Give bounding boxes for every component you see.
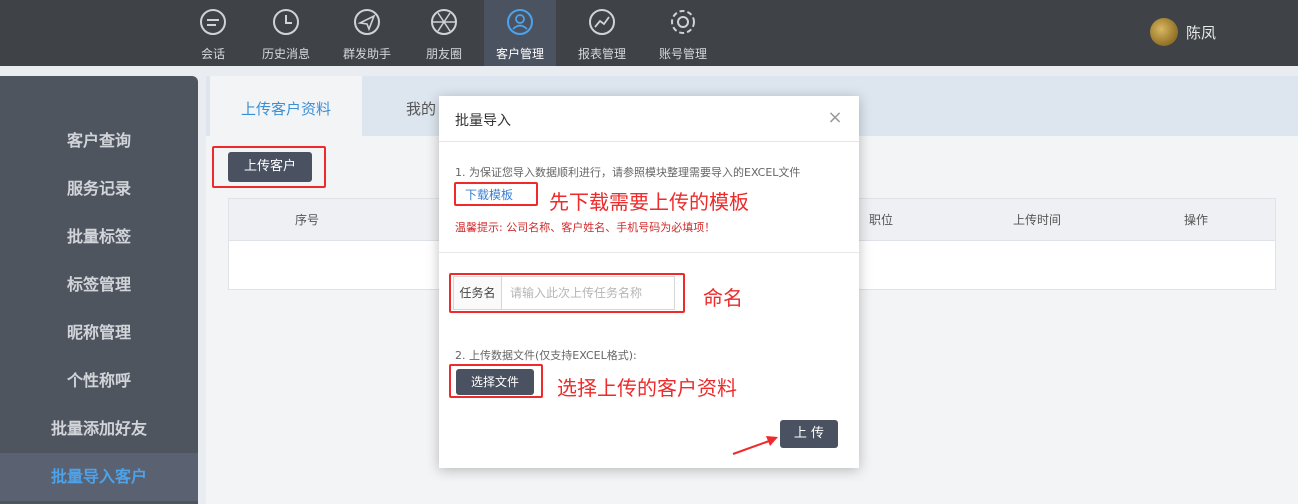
tab-upload-customer-data[interactable]: 上传客户资料 <box>210 76 362 136</box>
step2-instruction: 2. 上传数据文件(仅支持EXCEL格式): <box>455 349 637 362</box>
sidebar-item-customer-query[interactable]: 客户查询 <box>0 117 198 165</box>
sidebar-item-label: 批量标签 <box>66 227 131 246</box>
nav-item-account[interactable]: 账号管理 <box>651 0 715 66</box>
tab-label: 我的 <box>406 100 437 118</box>
divider <box>439 252 859 253</box>
arrow-icon <box>732 436 778 455</box>
nav-item-customer-management[interactable]: 客户管理 <box>484 0 556 66</box>
task-name-input[interactable] <box>502 277 674 309</box>
nav-label: 群发助手 <box>342 47 391 61</box>
nav-item-mass-send[interactable]: 群发助手 <box>335 0 399 66</box>
task-name-label: 任务名 <box>454 277 502 309</box>
nav-item-reports[interactable]: 报表管理 <box>570 0 634 66</box>
column-header: 序号 <box>295 213 320 227</box>
column-header: 操作 <box>1184 213 1209 227</box>
chat-icon <box>200 9 226 35</box>
download-annotation: 先下载需要上传的模板 <box>549 190 749 214</box>
sidebar-item-tag-management[interactable]: 标签管理 <box>0 261 198 309</box>
sidebar-item-label: 服务记录 <box>66 179 131 198</box>
nav-item-chat[interactable]: 会话 <box>181 0 245 66</box>
highlight-box <box>212 146 326 188</box>
user-name: 陈凤 <box>1186 23 1217 42</box>
sidebar-item-batch-tags[interactable]: 批量标签 <box>0 213 198 261</box>
task-name-group: 任务名 <box>453 276 675 310</box>
sidebar-item-service-records[interactable]: 服务记录 <box>0 165 198 213</box>
sidebar-item-label: 批量导入客户 <box>50 467 147 486</box>
download-template-link[interactable]: 下载模板 <box>465 186 513 203</box>
sidebar-item-label: 客户查询 <box>66 131 131 150</box>
chart-icon <box>589 9 615 35</box>
sidebar-item-label: 批量添加好友 <box>50 419 147 438</box>
dialog-header: 批量导入 × <box>439 96 859 142</box>
sidebar-item-batch-add-friends[interactable]: 批量添加好友 <box>0 405 198 453</box>
sidebar-item-label: 昵称管理 <box>66 323 131 342</box>
nav-label: 会话 <box>200 47 225 61</box>
step1-instruction: 1. 为保证您导入数据顺利进行，请参照模块整理需要导入的EXCEL文件 <box>455 166 801 179</box>
column-header: 职位 <box>869 213 894 227</box>
clock-icon <box>273 9 299 35</box>
sidebar: 客户查询 服务记录 批量标签 标签管理 昵称管理 个性称呼 批量添加好友 批量导… <box>0 76 198 504</box>
sidebar-item-personal-greeting[interactable]: 个性称呼 <box>0 357 198 405</box>
avatar <box>1150 18 1178 46</box>
paper-plane-icon <box>354 9 380 35</box>
sidebar-item-label: 个性称呼 <box>66 371 131 390</box>
sidebar-item-batch-import-customers[interactable]: 批量导入客户 <box>0 453 198 501</box>
nav-item-history[interactable]: 历史消息 <box>254 0 318 66</box>
close-icon[interactable]: × <box>827 109 843 127</box>
gear-icon <box>671 10 695 34</box>
batch-import-dialog: 批量导入 × 1. 为保证您导入数据顺利进行，请参照模块整理需要导入的EXCEL… <box>439 96 859 468</box>
top-navigation-bar: 会话 历史消息 群发助手 朋友圈 客户管理 报表管理 账号管理 陈凤 <box>0 0 1298 66</box>
nav-label: 报表管理 <box>577 47 626 61</box>
customer-icon <box>507 9 533 35</box>
column-header: 上传时间 <box>1013 213 1062 227</box>
choose-file-button[interactable]: 选择文件 <box>456 369 534 395</box>
nav-label: 账号管理 <box>658 47 707 61</box>
nav-item-moments[interactable]: 朋友圈 <box>412 0 476 66</box>
tab-mine[interactable]: 我的 <box>406 76 436 136</box>
tab-label: 上传客户资料 <box>240 100 331 118</box>
aperture-icon <box>431 9 457 35</box>
select-annotation: 选择上传的客户资料 <box>557 376 737 400</box>
sidebar-item-label: 标签管理 <box>66 275 131 294</box>
dialog-title: 批量导入 <box>455 113 511 129</box>
user-menu[interactable]: 陈凤 <box>1150 16 1216 48</box>
nav-label: 朋友圈 <box>425 47 462 61</box>
name-annotation: 命名 <box>703 286 743 310</box>
upload-submit-button[interactable]: 上 传 <box>780 420 838 448</box>
nav-label: 客户管理 <box>495 47 544 61</box>
nav-label: 历史消息 <box>261 47 310 61</box>
sidebar-item-nickname-management[interactable]: 昵称管理 <box>0 309 198 357</box>
required-fields-warning: 温馨提示: 公司名称、客户姓名、手机号码为必填项！ <box>455 221 716 234</box>
